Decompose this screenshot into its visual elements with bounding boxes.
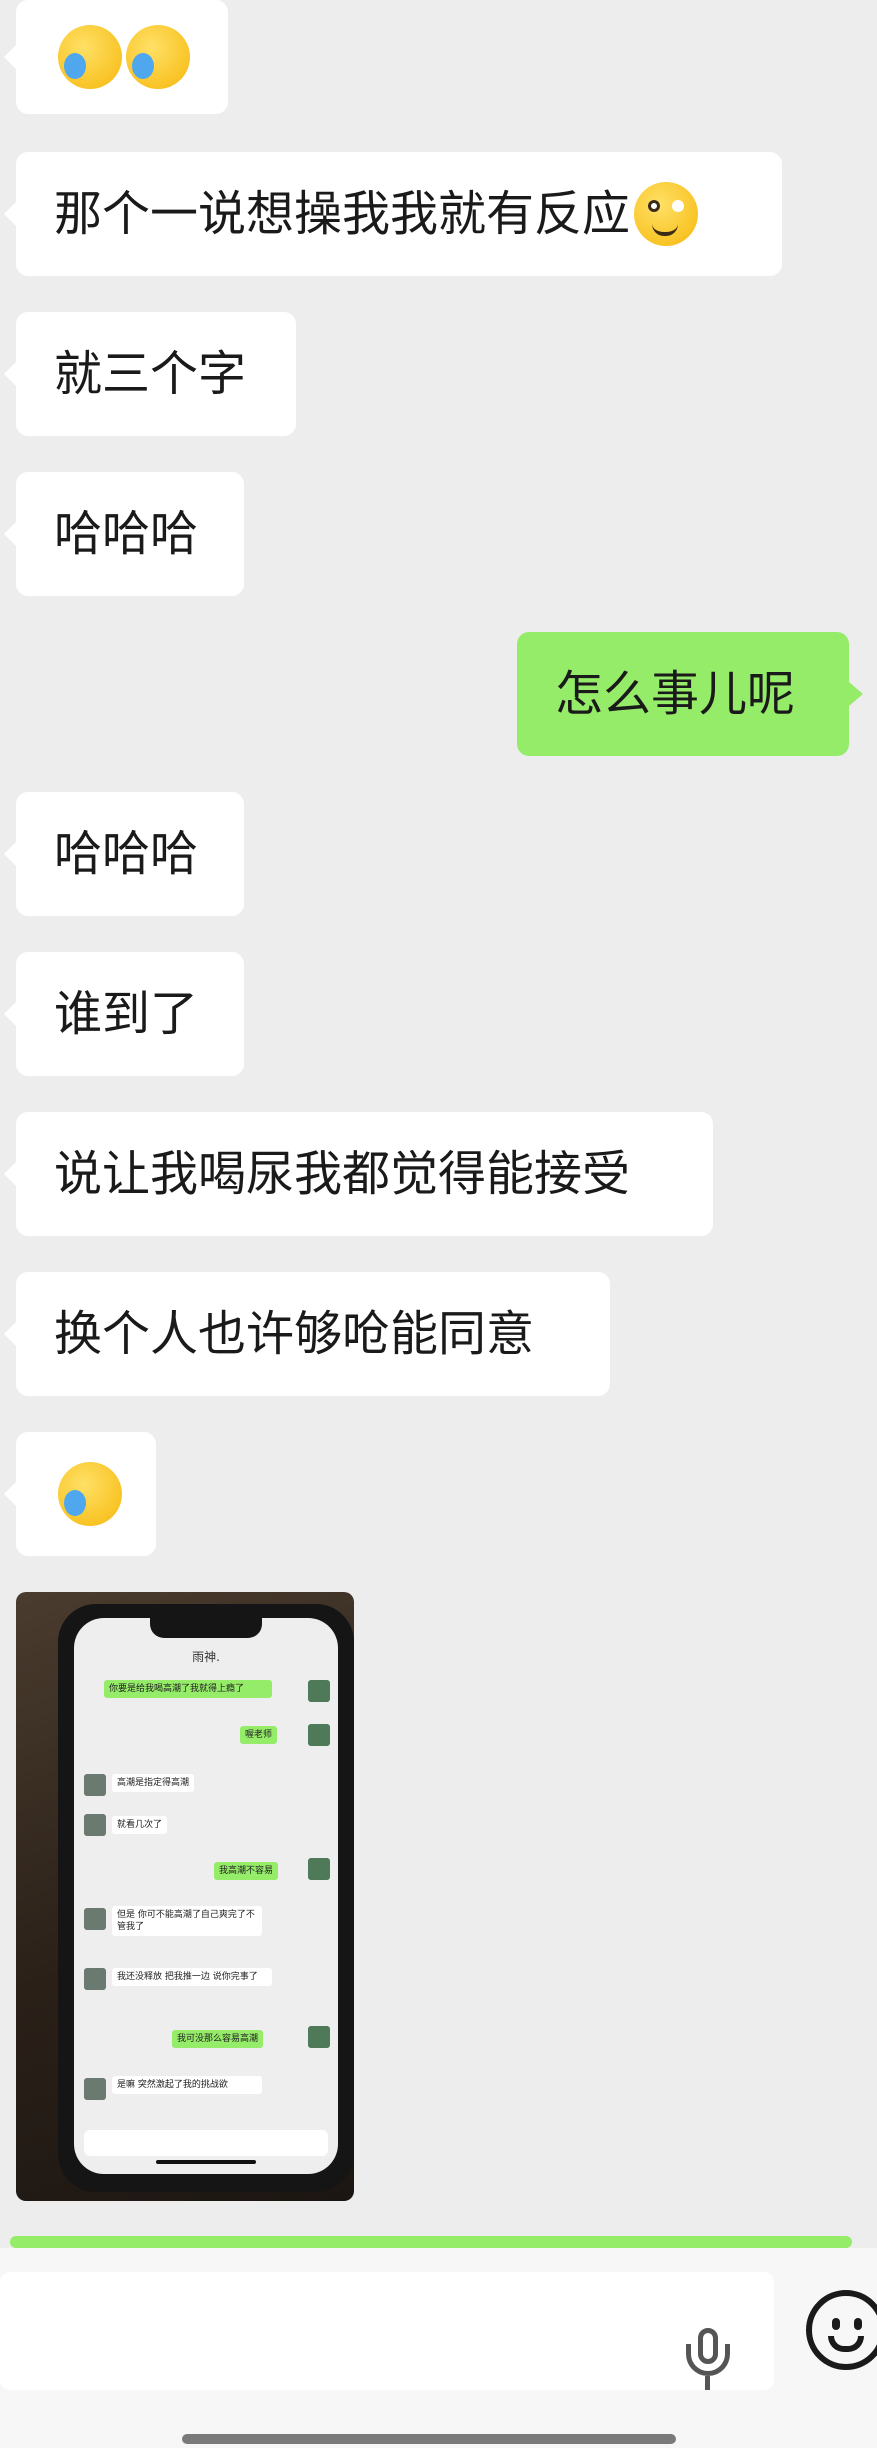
microphone-post	[705, 2376, 710, 2390]
avatar	[308, 1724, 330, 1746]
mini-bubble: 喔老师	[240, 1726, 278, 1744]
phone-screen: 雨神. 你要是给我喝高潮了我就得上瘾了 喔老师 高潮是指定得高潮 就看几次了 我…	[74, 1618, 338, 2174]
message-received[interactable]: 说让我喝尿我都觉得能接受	[4, 1112, 713, 1236]
image-message[interactable]: 雨神. 你要是给我喝高潮了我就得上瘾了 喔老师 高潮是指定得高潮 就看几次了 我…	[16, 1592, 354, 2201]
message-input[interactable]	[0, 2272, 774, 2390]
smiley-face-icon[interactable]	[806, 2290, 877, 2370]
avatar	[84, 1814, 106, 1836]
message-text: 哈哈哈	[54, 506, 199, 562]
cry-laugh-emoji	[58, 25, 122, 89]
phone-photo: 雨神. 你要是给我喝高潮了我就得上瘾了 喔老师 高潮是指定得高潮 就看几次了 我…	[58, 1604, 354, 2192]
avatar	[84, 2078, 106, 2100]
message-received[interactable]: 谁到了	[4, 952, 244, 1076]
mini-bubble: 我可没那么容易高潮	[172, 2030, 264, 2048]
mini-bubble: 我还没释放 把我推一边 说你完事了	[112, 1968, 272, 1986]
message-received[interactable]	[4, 0, 228, 114]
message-received[interactable]: 换个人也许够呛能同意	[4, 1272, 610, 1396]
mini-bubble: 你要是给我喝高潮了我就得上瘾了	[104, 1680, 272, 1698]
message-text: 说让我喝尿我都觉得能接受	[54, 1146, 631, 1202]
smirk-emoji	[634, 182, 699, 246]
message-text: 谁到了	[54, 986, 199, 1042]
avatar	[308, 1858, 330, 1880]
mini-chat-title: 雨神.	[192, 1650, 220, 1664]
message-text: 换个人也许够呛能同意	[54, 1306, 535, 1362]
message-text: 那个一说想操我我就有反应	[54, 186, 631, 242]
message-text: 就三个字	[54, 346, 247, 402]
mini-bubble: 高潮是指定得高潮	[112, 1774, 195, 1792]
cry-laugh-emoji	[126, 25, 190, 89]
mini-bubble: 我高潮不容易	[214, 1862, 279, 1880]
avatar	[308, 2026, 330, 2048]
message-received[interactable]: 哈哈哈	[4, 792, 244, 916]
cry-laugh-emoji	[58, 1462, 122, 1526]
mini-bubble: 就看几次了	[112, 1816, 168, 1834]
avatar	[84, 1968, 106, 1990]
mini-bubble: 是嘛 突然激起了我的挑战欲	[112, 2076, 262, 2094]
input-toolbar	[0, 2248, 877, 2448]
message-received[interactable]	[4, 1432, 156, 1556]
avatar	[84, 1774, 106, 1796]
mini-bubble: 但是 你可不能高潮了自己爽完了不管我了	[112, 1906, 262, 1936]
microphone-stand	[686, 2344, 730, 2376]
avatar	[84, 1908, 106, 1930]
message-received[interactable]: 就三个字	[4, 312, 296, 436]
message-sent[interactable]: 怎么事儿呢	[517, 632, 863, 756]
chat-area: 那个一说想操我我就有反应 就三个字 哈哈哈 怎么事儿呢 哈哈哈 谁到了 说让我喝…	[0, 0, 877, 2448]
message-text: 怎么事儿呢	[555, 666, 796, 722]
message-sent-partial[interactable]	[10, 2236, 852, 2248]
message-received[interactable]: 那个一说想操我我就有反应	[4, 152, 782, 276]
mini-input-bar	[84, 2130, 328, 2156]
avatar	[308, 1680, 330, 1702]
home-indicator[interactable]	[182, 2434, 676, 2444]
notch	[150, 1618, 262, 1638]
mini-home-indicator	[156, 2160, 256, 2164]
message-text: 哈哈哈	[54, 826, 199, 882]
message-received[interactable]: 哈哈哈	[4, 472, 244, 596]
